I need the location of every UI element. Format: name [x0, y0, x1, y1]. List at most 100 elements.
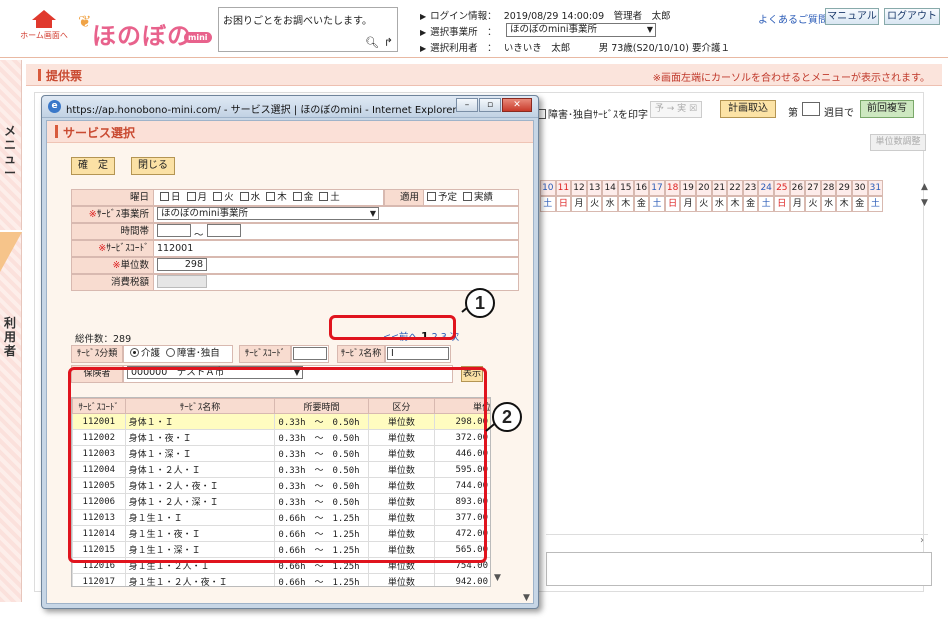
calendar-day: 17 [649, 180, 665, 196]
window-titlebar[interactable]: e https://ap.honobono-mini.com/ - サービス選択… [42, 96, 538, 118]
table-cell: 身１生１・２人・夜・Ｉ [124, 573, 276, 586]
table-cell: 112017 [72, 573, 126, 586]
chevron-right-icon[interactable]: › [920, 535, 924, 546]
page-note: ※画面左端にカーソルを合わせるとメニューが表示されます。 [652, 73, 930, 84]
category-disability-radio[interactable] [166, 348, 176, 357]
column-header: ｻｰﾋﾞｽｺｰﾄﾞ [72, 398, 126, 414]
import-plan-button[interactable]: 計画取込 [720, 100, 776, 118]
units-input[interactable]: 298 [157, 258, 207, 271]
horizontal-scrollbar[interactable]: › [546, 534, 928, 548]
side-menu-tab[interactable]: メニュー [0, 60, 22, 230]
table-row[interactable]: 112014 身１生１・夜・Ｉ 0.66h ～ 1.25h 単位数 472.00 [72, 525, 490, 542]
calendar-day: 12 [571, 180, 587, 196]
table-row[interactable]: 112004 身体１・２人・Ｉ 0.33h ～ 0.50h 単位数 595.00 [72, 461, 490, 478]
calendar-weekday: 土 [758, 196, 774, 212]
logout-button[interactable]: ログアウト [884, 8, 940, 25]
calendar-weekday: 日 [664, 196, 681, 212]
service-select-body: サービス選択 確 定 閉じる 曜日 日 月 火 水 木 金 土 適用 予定 実績 [46, 120, 534, 604]
pager-prev[interactable]: <<前へ [383, 332, 418, 343]
office-select[interactable]: ほのぼのmini事業所 ▼ [506, 23, 656, 37]
home-button[interactable]: ホーム画面へ [20, 10, 68, 46]
table-row[interactable]: 112017 身１生１・２人・夜・Ｉ 0.66h ～ 1.25h 単位数 942.00 [72, 573, 490, 586]
category-radios: 介護 障害･独自 [123, 345, 233, 363]
chevron-down-icon[interactable]: ▼ [523, 593, 530, 603]
table-row[interactable]: 112016 身１生１・２人・Ｉ 0.66h ～ 1.25h 単位数 754.00 [72, 557, 490, 574]
table-cell: 単位数 [367, 445, 436, 462]
column-header: 区分 [367, 398, 436, 414]
calendar-day: 26 [789, 180, 806, 196]
time-to-input[interactable] [206, 224, 241, 237]
office-info: ▶ 選択事業所 ： [420, 27, 497, 38]
week-input[interactable] [802, 102, 820, 116]
table-row[interactable]: 112001 身体１・Ｉ 0.33h ～ 0.50h 単位数 298.00 [72, 413, 490, 430]
side-user-label: 利用者 [4, 316, 17, 358]
calendar-day: 30 [852, 180, 868, 196]
faq-link[interactable]: よくあるご質問 [758, 11, 828, 26]
calendar-weekday: 火 [586, 196, 603, 212]
chevron-up-icon[interactable]: ▲ [921, 182, 928, 192]
pager-next[interactable]: 次 [450, 332, 460, 343]
calendar-day: 27 [805, 180, 821, 196]
confirm-button[interactable]: 確 定 [71, 157, 115, 175]
copy-previous-button[interactable]: 前回複写 [860, 100, 914, 118]
table-cell: 単位数 [367, 429, 436, 446]
calendar-weekday: 月 [680, 196, 696, 212]
search-icon[interactable]: 🔍︎ [365, 36, 379, 49]
memo-box[interactable] [546, 552, 932, 586]
vertical-scrollbar[interactable]: ▼ [521, 145, 533, 603]
table-row[interactable]: 112006 身体１・２人・深・Ｉ 0.33h ～ 0.50h 単位数 893.00 [72, 493, 490, 510]
office-label: ｻｰﾋﾞｽ事業所 [96, 209, 149, 220]
calendar-day: 11 [555, 180, 572, 196]
insurer-select[interactable]: 000000 テストＡ市 ▼ [127, 366, 303, 379]
category-care-radio[interactable] [130, 348, 139, 357]
table-cell: 0.66h ～ 1.25h [274, 525, 369, 542]
table-cell: 298.00 [434, 413, 490, 430]
table-row[interactable]: 112005 身体１・２人・夜・Ｉ 0.33h ～ 0.50h 単位数 744.00 [72, 477, 490, 494]
inquiry-box[interactable]: お困りごとをお調べいたします。 🔍︎ ↱ [218, 7, 398, 52]
manual-button[interactable]: マニュアル [825, 8, 879, 25]
table-cell: 単位数 [367, 477, 436, 494]
show-button[interactable]: 表示 [461, 366, 483, 382]
search-code-input[interactable] [293, 347, 327, 360]
table-cell: 単位数 [367, 413, 436, 430]
callout-2: 2 [492, 402, 522, 432]
table-row[interactable]: 112003 身体１・深・Ｉ 0.33h ～ 0.50h 単位数 446.00 [72, 445, 490, 462]
maximize-icon[interactable]: ▫ [479, 98, 501, 112]
enter-arrow-icon[interactable]: ↱ [384, 36, 393, 49]
table-cell: 754.00 [434, 557, 490, 574]
pager-page[interactable]: 3 [441, 332, 447, 343]
close-icon[interactable]: ✕ [502, 98, 532, 112]
app-header: ホーム画面へ ❦ ほのぼの mini お困りごとをお調べいたします。 🔍︎ ↱ … [0, 0, 948, 58]
pager-current: 1 [420, 330, 429, 343]
code-row: ※ｻｰﾋﾞｽｺｰﾄﾞ 112001 [71, 240, 519, 257]
chevron-down-icon[interactable]: ▼ [921, 198, 928, 208]
plan-to-actual-button[interactable]: 予 → 実 ☒ [650, 101, 702, 118]
insurer-row: 保険者 000000 テストＡ市 ▼ [71, 365, 461, 383]
table-row[interactable]: 112002 身体１・夜・Ｉ 0.33h ～ 0.50h 単位数 372.00 [72, 429, 490, 446]
chevron-down-icon[interactable]: ▼ [494, 573, 501, 583]
unit-adjust-button[interactable]: 単位数調整 [870, 134, 926, 151]
table-row[interactable]: 112015 身１生１・深・Ｉ 0.66h ～ 1.25h 単位数 565.00 [72, 541, 490, 558]
service-office-select[interactable]: ほのぼのmini事業所 ▼ [157, 207, 379, 220]
calendar-day: 25 [774, 180, 790, 196]
week-prefix: 第 [788, 108, 798, 119]
side-menu-label: メニュー [4, 124, 17, 180]
page-title: 提供票 [46, 69, 83, 83]
weekday-label: 曜日 [71, 189, 154, 206]
print-option-checkbox[interactable]: 障害･独自ｻｰﾋﾞｽを印字 [536, 106, 648, 121]
close-button[interactable]: 閉じる [131, 157, 175, 175]
pager: <<前へ 1 2 3 次 [383, 329, 459, 343]
table-row[interactable]: 112013 身１生１・Ｉ 0.66h ～ 1.25h 単位数 377.00 [72, 509, 490, 526]
minimize-icon[interactable]: – [456, 98, 478, 112]
table-cell: 身１生１・Ｉ [124, 509, 276, 526]
calendar-day: 23 [742, 180, 759, 196]
table-cell: 0.33h ～ 0.50h [274, 429, 369, 446]
table-cell: 0.66h ～ 1.25h [274, 541, 369, 558]
search-name-input[interactable]: I [387, 347, 449, 360]
pager-page[interactable]: 2 [432, 332, 438, 343]
total-count: 総件数：289 [75, 334, 132, 345]
table-cell: 身１生１・深・Ｉ [124, 541, 276, 558]
time-from-input[interactable] [157, 224, 191, 237]
table-cell: 112001 [72, 413, 126, 430]
side-user-tab[interactable]: 利用者 [0, 232, 22, 602]
